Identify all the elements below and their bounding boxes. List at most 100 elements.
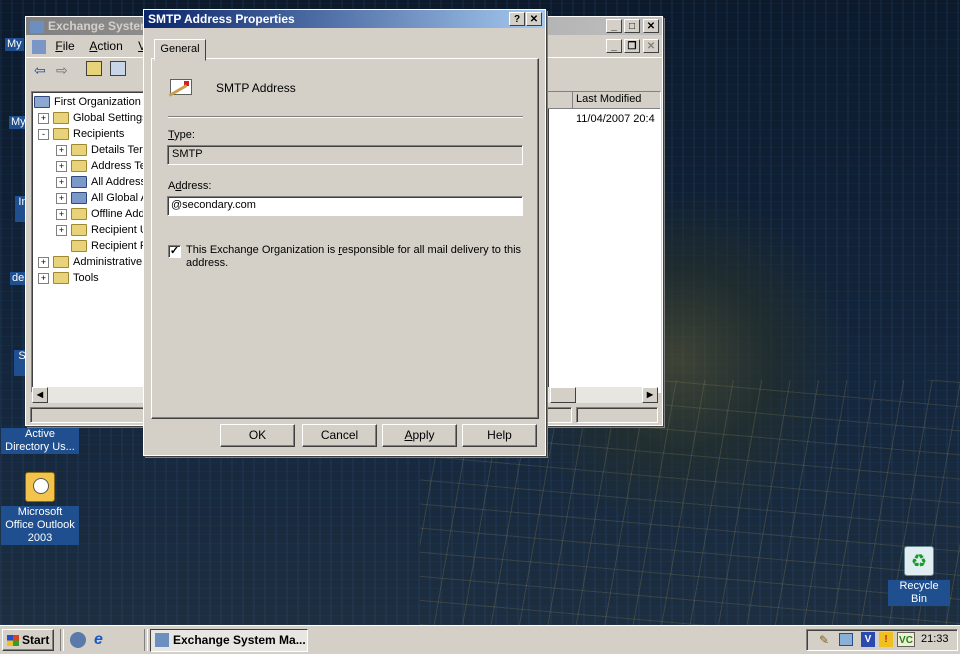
menu-file[interactable]: File: [55, 39, 74, 53]
scroll-thumb[interactable]: [550, 387, 576, 403]
help-button[interactable]: Help: [462, 424, 537, 447]
tree-item[interactable]: First Organization: [34, 94, 148, 110]
tree-item[interactable]: + All Address: [34, 174, 148, 190]
tree-item[interactable]: + Tools: [34, 270, 148, 286]
column-last-modified[interactable]: Last Modified: [576, 93, 641, 105]
minimize-button[interactable]: _: [606, 19, 622, 33]
smtp-address-properties-dialog[interactable]: SMTP Address Properties ? ✕ General SMTP…: [143, 9, 546, 456]
tree-item[interactable]: + All Global A: [34, 190, 148, 206]
folder-icon: [53, 112, 69, 125]
desktop-icon-label: Recycle Bin: [888, 580, 950, 606]
maximize-button[interactable]: □: [624, 19, 640, 33]
folder-icon: [71, 160, 87, 173]
tree-item-label: Tools: [73, 272, 99, 284]
windows-logo-icon: [7, 635, 19, 647]
tray-pen-icon[interactable]: ✎: [819, 633, 829, 647]
tree-item-label: Recipients: [73, 128, 125, 140]
organization-icon: [34, 96, 50, 109]
expand-icon[interactable]: +: [38, 272, 49, 284]
help-context-button[interactable]: ?: [509, 12, 525, 26]
expand-icon[interactable]: +: [56, 224, 67, 236]
tray-vmware-icon[interactable]: VC: [897, 632, 915, 647]
scroll-right-button[interactable]: ▶: [642, 387, 658, 403]
forward-icon[interactable]: ⇨: [56, 62, 68, 79]
child-close-button[interactable]: ✕: [643, 39, 659, 53]
desktop-icon-label: My: [7, 38, 22, 50]
ok-button[interactable]: OK: [220, 424, 295, 447]
tree-item-label: Global Settings: [73, 112, 148, 124]
responsible-checkbox[interactable]: ✓: [168, 245, 181, 258]
desktop-icon-my-documents[interactable]: My: [5, 38, 24, 51]
dialog-titlebar[interactable]: SMTP Address Properties ? ✕: [144, 10, 545, 28]
desktop-icon-label: My: [11, 116, 26, 128]
back-icon[interactable]: ⇦: [34, 62, 46, 79]
smtp-address-heading: SMTP Address: [216, 81, 296, 95]
desktop-icon-label: Active Directory Us...: [1, 428, 79, 454]
menu-action[interactable]: Action: [89, 39, 122, 53]
tree-item[interactable]: Recipient P: [34, 238, 148, 254]
apply-button[interactable]: Apply: [382, 424, 457, 447]
tray-network-icon[interactable]: [839, 633, 853, 646]
dialog-title: SMTP Address Properties: [148, 12, 295, 26]
start-button[interactable]: Start: [2, 629, 54, 651]
tree-item[interactable]: + Address Te: [34, 158, 148, 174]
address-list-icon: [71, 176, 87, 189]
child-minimize-button[interactable]: _: [606, 39, 622, 53]
dialog-close-button[interactable]: ✕: [526, 12, 542, 26]
tree-item[interactable]: + Recipient U: [34, 222, 148, 238]
tray-security-icon[interactable]: !: [879, 632, 893, 647]
list-header: Last Modified: [548, 92, 660, 109]
tab-panel: SMTP Address Type: SMTP Address: @second…: [151, 58, 539, 419]
tree-item[interactable]: + Administrative: [34, 254, 148, 270]
recycle-bin-icon: ♻: [904, 546, 934, 576]
expand-icon[interactable]: +: [56, 192, 67, 204]
expand-icon[interactable]: +: [56, 160, 67, 172]
separator: [168, 116, 523, 118]
folder-icon: [53, 272, 69, 285]
child-restore-button[interactable]: ❐: [624, 39, 640, 53]
taskbar: Start e Exchange System Ma... ✎ V ! VC 2…: [0, 625, 960, 654]
address-input[interactable]: @secondary.com: [167, 196, 523, 216]
list-item-last-modified[interactable]: 11/04/2007 20:4: [548, 109, 660, 125]
scroll-left-button[interactable]: ◀: [32, 387, 48, 403]
internet-explorer-icon[interactable]: e: [94, 631, 110, 649]
folder-icon: [53, 256, 69, 269]
tree-item[interactable]: + Global Settings: [34, 110, 148, 126]
tree-item-label: First Organization: [54, 96, 141, 108]
desktop-icon-recycle-bin[interactable]: ♻ Recycle Bin: [886, 546, 952, 606]
tab-general[interactable]: General: [154, 39, 206, 61]
type-field: SMTP: [167, 145, 523, 165]
address-label: Address:: [168, 180, 212, 192]
expand-icon[interactable]: +: [56, 144, 67, 156]
mmc-menu-icon[interactable]: [32, 39, 46, 54]
clock-face: [33, 478, 49, 494]
cancel-button[interactable]: Cancel: [302, 424, 377, 447]
desktop-icon-de[interactable]: de: [10, 272, 27, 285]
tree-item[interactable]: - Recipients: [34, 126, 148, 142]
tray-clock[interactable]: 21:33: [921, 633, 949, 645]
folder-icon: [71, 224, 87, 237]
desktop-icon-label: Microsoft Office Outlook 2003: [1, 506, 79, 545]
folder-icon: [71, 144, 87, 157]
tray-shield-icon[interactable]: V: [861, 632, 875, 647]
taskbar-task-exchange-system-manager[interactable]: Exchange System Ma...: [150, 629, 308, 652]
expand-icon[interactable]: +: [56, 208, 67, 220]
desktop-icon-outlook[interactable]: Microsoft Office Outlook 2003: [0, 470, 80, 545]
collapse-icon[interactable]: -: [38, 128, 49, 140]
expand-icon[interactable]: +: [38, 112, 49, 124]
esm-task-icon: [155, 633, 169, 647]
desktop-icon-active-directory[interactable]: Active Directory Us...: [0, 428, 80, 454]
console-tree[interactable]: First Organization + Global Settings - Recip…: [31, 91, 149, 393]
expand-icon[interactable]: +: [56, 176, 67, 188]
up-folder-icon[interactable]: [86, 61, 102, 76]
tree-item[interactable]: + Details Ter: [34, 142, 148, 158]
expand-icon[interactable]: +: [38, 256, 49, 268]
show-desktop-icon[interactable]: [70, 632, 86, 648]
desktop-icon-label: de: [12, 272, 25, 284]
close-button[interactable]: ✕: [643, 19, 659, 33]
details-pane[interactable]: Last Modified 11/04/2007 20:4: [547, 91, 661, 393]
responsible-checkbox-label[interactable]: This Exchange Organization is responsibl…: [186, 244, 526, 270]
list-column-header[interactable]: [548, 92, 573, 108]
tree-item[interactable]: + Offline Add: [34, 206, 148, 222]
show-hide-tree-icon[interactable]: [110, 61, 126, 76]
